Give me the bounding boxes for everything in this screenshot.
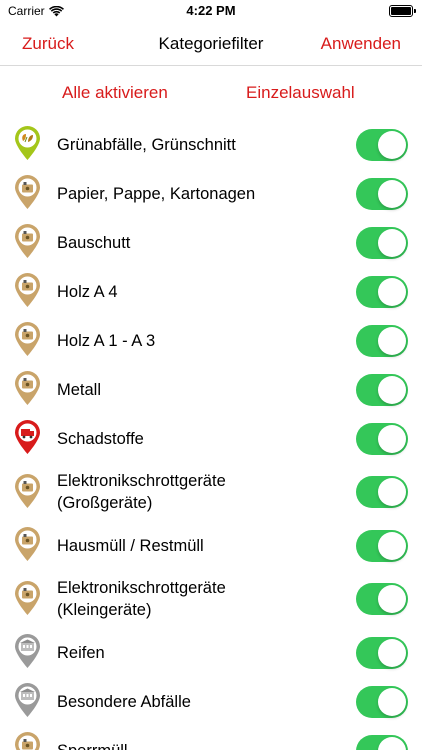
category-label: Grünabfälle, Grünschnitt bbox=[57, 135, 236, 154]
category-label: Papier, Pappe, Kartonagen bbox=[57, 184, 256, 203]
toggle-knob bbox=[378, 585, 406, 613]
toggle-knob bbox=[378, 326, 406, 355]
status-time: 4:22 PM bbox=[186, 3, 236, 18]
back-button[interactable]: Zurück bbox=[22, 34, 74, 54]
container-pin-icon bbox=[14, 224, 41, 259]
category-toggle[interactable] bbox=[356, 636, 408, 669]
toggle-knob bbox=[378, 638, 406, 667]
apply-button[interactable]: Anwenden bbox=[321, 34, 401, 54]
container-pin-icon bbox=[14, 732, 41, 750]
activate-all-button[interactable]: Alle aktivieren bbox=[62, 83, 168, 103]
category-toggle[interactable] bbox=[356, 275, 408, 308]
category-row: Metall bbox=[0, 365, 422, 414]
category-list: Grünabfälle, Grünschnitt Papier, Pappe, K… bbox=[0, 120, 422, 750]
category-label: Reifen bbox=[57, 643, 105, 662]
category-toggle[interactable] bbox=[356, 324, 408, 357]
building-pin-icon bbox=[14, 634, 41, 669]
category-row: Besondere Abfälle bbox=[0, 677, 422, 726]
navigation-bar: Zurück Kategoriefilter Anwenden bbox=[0, 24, 422, 66]
category-label: Holz A 1 - A 3 bbox=[57, 331, 156, 350]
category-toggle[interactable] bbox=[356, 128, 408, 161]
category-row: Holz A 1 - A 3 bbox=[0, 316, 422, 365]
toggle-knob bbox=[378, 179, 406, 208]
container-pin-icon bbox=[14, 371, 41, 406]
toggle-knob bbox=[378, 277, 406, 306]
container-pin-icon bbox=[14, 580, 41, 616]
leaf-pin-icon bbox=[14, 126, 41, 161]
building-pin-icon bbox=[14, 683, 41, 718]
battery-icon bbox=[389, 5, 416, 17]
toggle-knob bbox=[378, 375, 406, 404]
category-toggle[interactable] bbox=[356, 685, 408, 718]
container-pin-icon bbox=[14, 322, 41, 357]
category-toggle[interactable] bbox=[356, 373, 408, 406]
toggle-knob bbox=[378, 478, 406, 506]
category-label: Schadstoffe bbox=[57, 429, 144, 448]
category-row: Papier, Pappe, Kartonagen bbox=[0, 169, 422, 218]
category-row: Holz A 4 bbox=[0, 267, 422, 316]
category-toggle[interactable] bbox=[356, 226, 408, 259]
category-row: Sperrmüll bbox=[0, 726, 422, 750]
category-row: Schadstoffe bbox=[0, 414, 422, 463]
container-pin-icon bbox=[14, 175, 41, 210]
category-toggle[interactable] bbox=[356, 734, 408, 750]
toggle-knob bbox=[378, 424, 406, 453]
category-toggle[interactable] bbox=[356, 476, 408, 508]
category-toggle[interactable] bbox=[356, 529, 408, 562]
toggle-knob bbox=[378, 531, 406, 560]
container-pin-icon bbox=[14, 273, 41, 308]
container-pin-icon bbox=[14, 473, 41, 509]
category-label: Elektronikschrottgeräte (Großgeräte) bbox=[57, 472, 226, 512]
category-row: Grünabfälle, Grünschnitt bbox=[0, 120, 422, 169]
category-toggle[interactable] bbox=[356, 177, 408, 210]
category-toggle[interactable] bbox=[356, 422, 408, 455]
category-label: Bauschutt bbox=[57, 233, 131, 252]
category-row: Elektronikschrottgeräte (Kleingeräte) bbox=[0, 570, 422, 628]
category-toggle[interactable] bbox=[356, 583, 408, 615]
category-label: Hausmüll / Restmüll bbox=[57, 536, 204, 555]
category-label: Besondere Abfälle bbox=[57, 692, 191, 711]
single-select-button[interactable]: Einzelauswahl bbox=[246, 83, 355, 103]
toggle-knob bbox=[378, 130, 406, 159]
category-row: Reifen bbox=[0, 628, 422, 677]
category-row: Bauschutt bbox=[0, 218, 422, 267]
filter-actions: Alle aktivieren Einzelauswahl bbox=[0, 66, 422, 120]
toggle-knob bbox=[378, 687, 406, 716]
category-label: Elektronikschrottgeräte (Kleingeräte) bbox=[57, 579, 226, 619]
container-pin-icon bbox=[14, 527, 41, 562]
category-label: Metall bbox=[57, 380, 102, 399]
category-row: Elektronikschrottgeräte (Großgeräte) bbox=[0, 463, 422, 521]
category-label: Holz A 4 bbox=[57, 282, 118, 301]
hazard-truck-pin-icon bbox=[14, 420, 41, 455]
status-bar: Carrier 4:22 PM bbox=[0, 0, 422, 24]
category-label: Sperrmüll bbox=[57, 740, 128, 750]
toggle-knob bbox=[378, 228, 406, 257]
category-row: Hausmüll / Restmüll bbox=[0, 521, 422, 570]
toggle-knob bbox=[378, 736, 406, 750]
